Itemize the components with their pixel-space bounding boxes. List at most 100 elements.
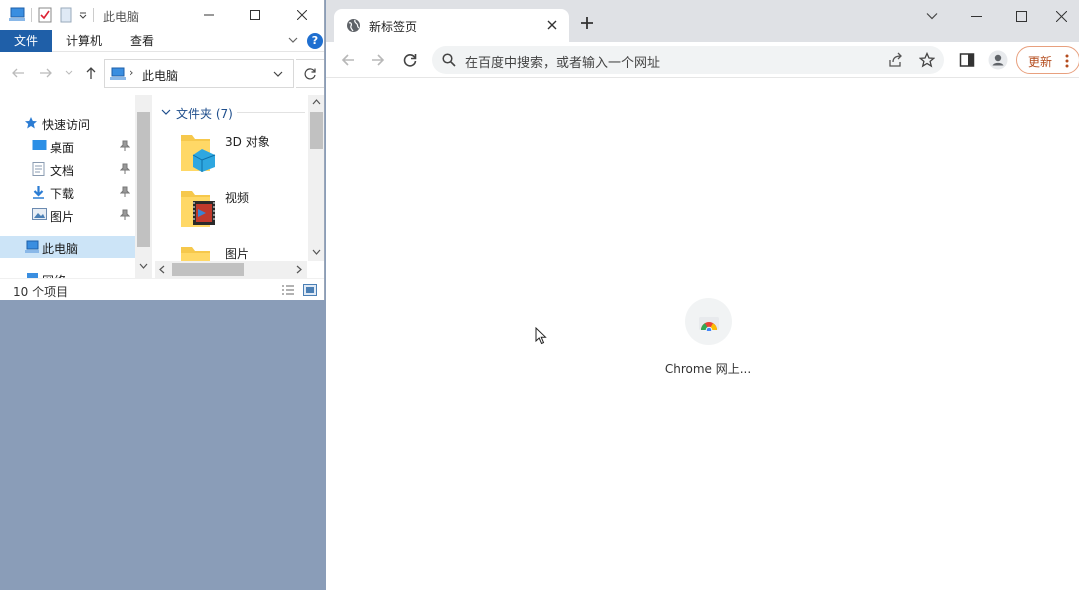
group-collapse-chevron-icon[interactable]	[161, 108, 171, 116]
nav-network[interactable]: 网络	[0, 268, 135, 278]
recent-locations-chevron-icon[interactable]	[64, 69, 74, 77]
explorer-window-title: 此电脑	[103, 10, 140, 24]
scroll-up-icon[interactable]	[312, 99, 321, 105]
nav-item-label: 图片	[50, 210, 75, 224]
tab-strip: 新标签页	[326, 0, 1079, 42]
address-text[interactable]: 此电脑	[142, 67, 178, 84]
folder-label: 3D 对象	[225, 135, 270, 149]
nav-quick-access[interactable]: 快速访问	[0, 112, 135, 134]
properties-icon[interactable]	[38, 7, 52, 23]
folder-label: 视频	[225, 191, 250, 205]
ribbon-tab-view[interactable]: 查看	[116, 30, 168, 52]
nav-item-downloads[interactable]: 下载	[0, 181, 135, 203]
shortcut-icon-container	[685, 298, 732, 345]
nav-pane-scroll-thumb[interactable]	[137, 112, 150, 247]
explorer-navigation-bar: › 此电脑	[0, 55, 324, 93]
explorer-minimize-button[interactable]	[186, 0, 232, 30]
chrome-web-store-icon	[698, 313, 720, 331]
content-scrollbar[interactable]	[308, 95, 324, 261]
forward-arrow-icon[interactable]	[370, 52, 386, 68]
reload-icon[interactable]	[402, 52, 418, 68]
videos-folder-icon	[180, 187, 218, 229]
new-tab-plus-icon[interactable]	[580, 16, 594, 30]
shortcut-label: Chrome 网上...	[664, 362, 752, 376]
refresh-button[interactable]	[296, 59, 324, 88]
folder-videos[interactable]: 视频	[180, 187, 300, 235]
address-pc-icon	[109, 67, 127, 81]
nav-pane-scrollbar[interactable]	[135, 95, 152, 278]
nav-item-desktop[interactable]: 桌面	[0, 135, 135, 157]
help-icon[interactable]: ?	[307, 33, 323, 49]
up-arrow-icon[interactable]	[83, 65, 99, 81]
content-pane: 文件夹 (7) 3D 对象 视频 图片	[155, 95, 324, 278]
scroll-down-icon[interactable]	[312, 249, 321, 255]
profile-avatar-icon[interactable]	[988, 50, 1008, 70]
new-folder-icon[interactable]	[60, 7, 72, 23]
scroll-right-icon[interactable]	[296, 265, 302, 274]
kebab-menu-icon[interactable]	[1065, 54, 1069, 68]
download-icon	[32, 185, 45, 199]
folder-label: 图片	[225, 247, 250, 261]
tab-close-icon[interactable]	[546, 19, 558, 31]
back-arrow-icon[interactable]	[10, 65, 26, 81]
tab-search-chevron-icon[interactable]	[909, 0, 954, 32]
nav-item-label: 桌面	[50, 141, 75, 155]
browser-toolbar: 在百度中搜索，或者输入一个网址 更新	[326, 42, 1079, 78]
ribbon-tab-file[interactable]: 文件	[0, 30, 52, 52]
large-icons-view-icon[interactable]	[303, 284, 317, 296]
pin-icon[interactable]	[120, 140, 130, 152]
tab-title: 新标签页	[369, 20, 418, 34]
pin-icon[interactable]	[120, 209, 130, 221]
forward-arrow-icon[interactable]	[38, 65, 54, 81]
nav-item-label: 文档	[50, 164, 75, 178]
side-panel-icon[interactable]	[959, 52, 975, 68]
bookmark-star-icon[interactable]	[919, 52, 935, 68]
pin-icon[interactable]	[120, 163, 130, 175]
update-button[interactable]: 更新	[1016, 46, 1079, 74]
horizontal-scroll-thumb[interactable]	[172, 263, 244, 276]
address-separator[interactable]: ›	[129, 66, 133, 79]
navigation-pane: 快速访问 桌面 文档 下载 图片 此电脑	[0, 95, 152, 278]
pictures-icon	[32, 208, 47, 220]
folders-group-header[interactable]: 文件夹 (7)	[176, 105, 233, 122]
3d-objects-folder-icon	[180, 131, 218, 173]
ribbon-expand-chevron-icon[interactable]	[287, 34, 299, 46]
details-view-icon[interactable]	[281, 284, 295, 296]
nav-item-pictures[interactable]: 图片	[0, 204, 135, 226]
chrome-minimize-button[interactable]	[954, 0, 999, 32]
chrome-close-button[interactable]	[1043, 0, 1079, 32]
nav-this-pc[interactable]: 此电脑	[0, 236, 135, 258]
nav-this-pc-label: 此电脑	[42, 242, 79, 256]
this-pc-icon	[8, 7, 26, 23]
documents-icon	[32, 162, 45, 176]
scroll-down-icon[interactable]	[139, 263, 148, 269]
back-arrow-icon[interactable]	[340, 52, 356, 68]
omnibox[interactable]: 在百度中搜索，或者输入一个网址	[432, 46, 944, 74]
shortcut-chrome-web-store[interactable]: Chrome 网上...	[663, 297, 753, 387]
ribbon-tabs: 文件 计算机 查看 ?	[0, 30, 324, 52]
search-icon	[442, 53, 456, 67]
folder-3d-objects[interactable]: 3D 对象	[180, 131, 300, 179]
globe-icon	[346, 18, 361, 33]
content-scroll-thumb[interactable]	[310, 112, 323, 149]
share-icon[interactable]	[888, 52, 904, 68]
explorer-maximize-button[interactable]	[232, 0, 278, 30]
update-label: 更新	[1028, 55, 1053, 69]
pin-icon[interactable]	[120, 186, 130, 198]
scroll-left-icon[interactable]	[159, 265, 165, 274]
quick-access-dropdown-icon[interactable]	[78, 10, 88, 20]
tab-new-tab[interactable]: 新标签页	[334, 9, 569, 42]
this-pc-icon	[24, 240, 40, 254]
refresh-icon	[304, 67, 316, 79]
content-horizontal-scrollbar[interactable]	[155, 261, 307, 278]
address-dropdown-icon[interactable]	[273, 70, 283, 78]
nav-item-label: 下载	[50, 187, 75, 201]
star-icon	[24, 116, 38, 130]
file-explorer-window: 此电脑 文件 计算机 查看 ? › 此电脑 快速访问 桌面 文档 下载 图片 此…	[0, 0, 325, 300]
chrome-maximize-button[interactable]	[999, 0, 1044, 32]
explorer-close-button[interactable]	[279, 0, 324, 30]
nav-item-documents[interactable]: 文档	[0, 158, 135, 180]
address-bar[interactable]: › 此电脑	[104, 59, 294, 88]
ribbon-tab-computer[interactable]: 计算机	[58, 30, 110, 52]
mouse-cursor-icon	[535, 327, 547, 345]
